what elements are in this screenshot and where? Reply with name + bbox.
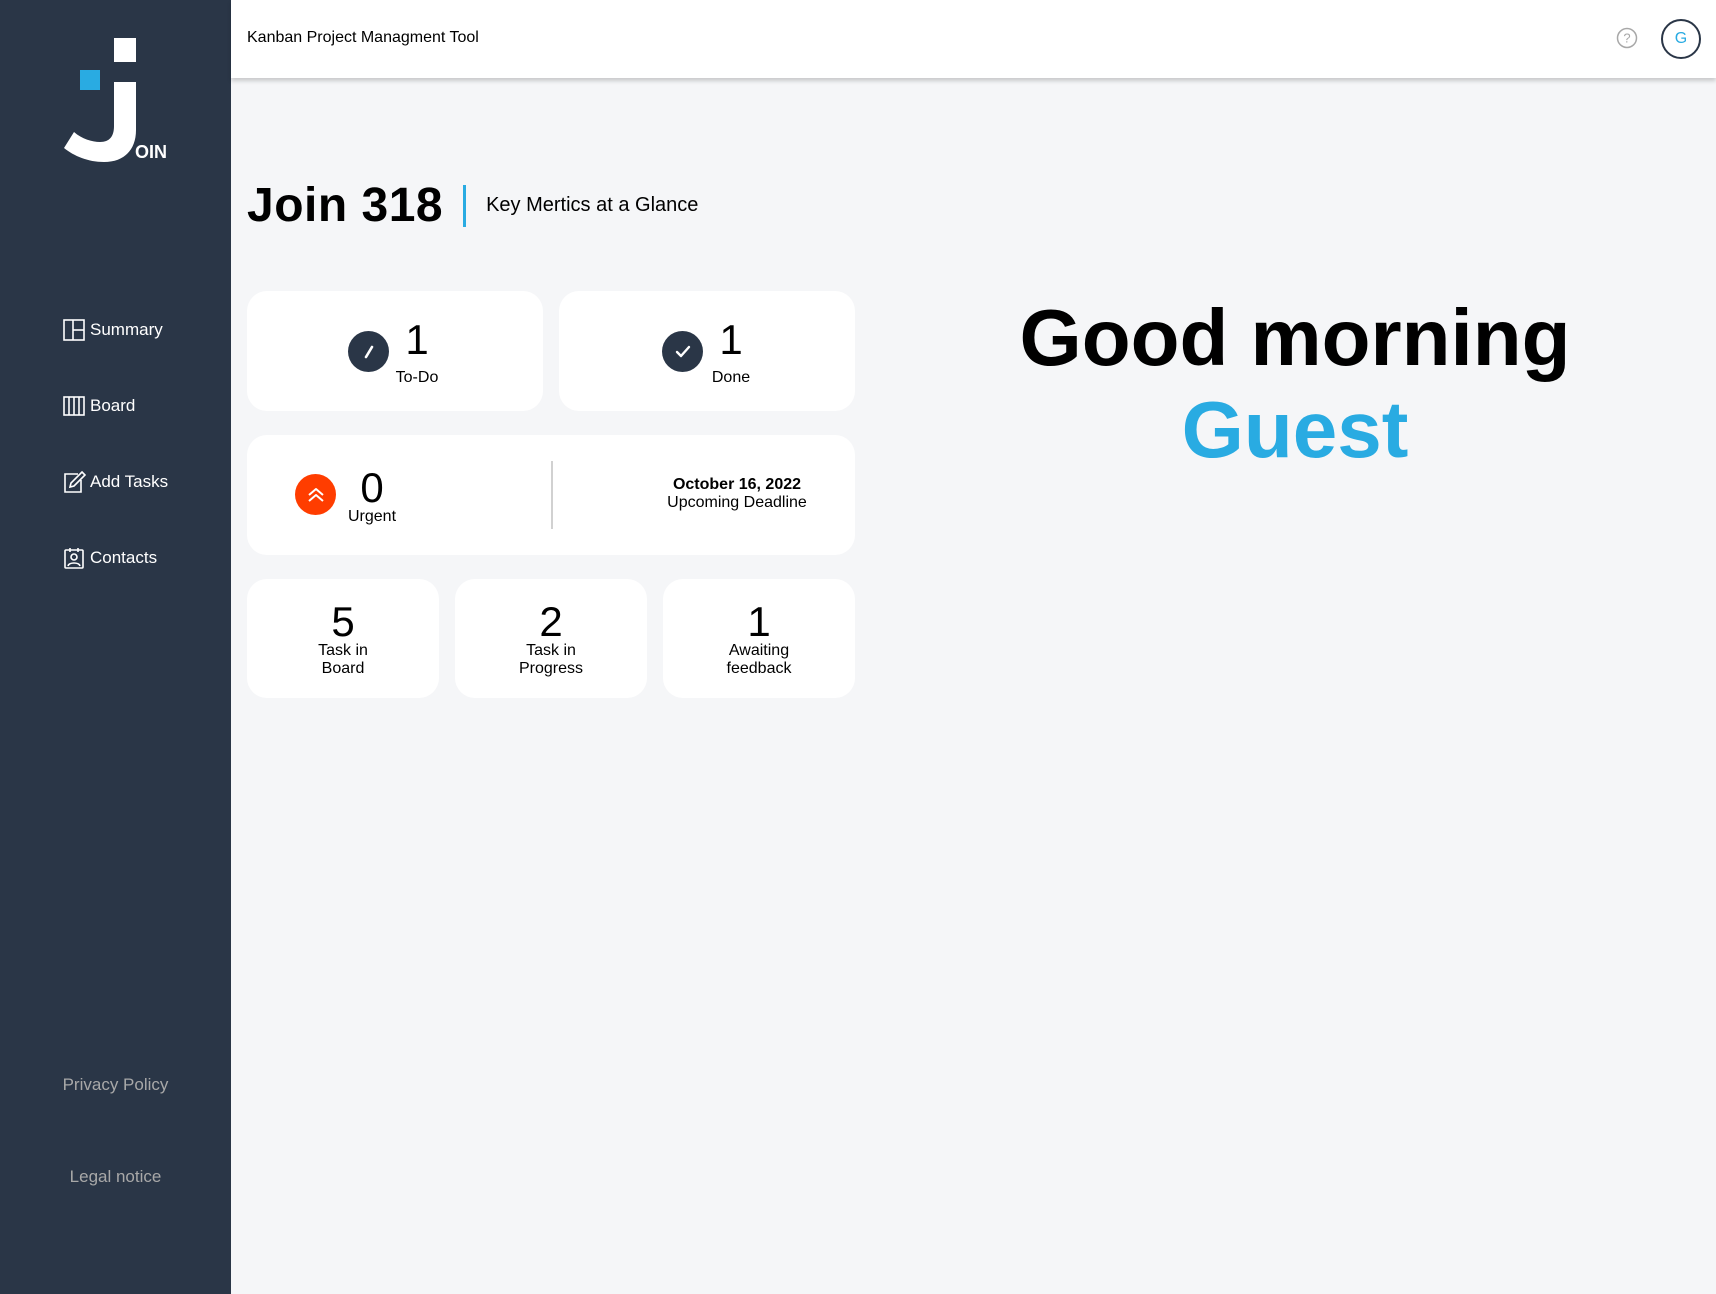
urgent-count: 0 [360, 464, 384, 511]
sidebar-item-add-tasks[interactable]: Add Tasks [62, 470, 168, 494]
sidebar-item-board[interactable]: Board [62, 394, 168, 418]
greeting-user-name: Guest [1181, 385, 1409, 474]
tasks-in-progress-card[interactable]: 2 Task in Progress [455, 579, 647, 698]
awaiting-feedback-card[interactable]: 1 Awaiting feedback [663, 579, 855, 698]
legal-notice-link[interactable]: Legal notice [0, 1167, 231, 1187]
svg-text:?: ? [1623, 31, 1630, 46]
page-subtitle: Key Mertics at a Glance [486, 194, 699, 216]
add-task-icon [62, 470, 86, 494]
todo-count: 1 [405, 316, 429, 363]
sidebar-item-contacts[interactable]: Contacts [62, 546, 168, 570]
contacts-icon [62, 546, 86, 570]
join-logo[interactable]: OIN [62, 38, 182, 163]
awaiting-feedback-label: Awaiting feedback [663, 642, 855, 678]
todo-label: To-Do [395, 369, 439, 386]
todo-card[interactable]: 1 To-Do [247, 291, 543, 411]
sidebar-item-label: Contacts [90, 548, 158, 567]
urgent-label: Urgent [347, 508, 397, 525]
tasks-in-progress-count: 2 [539, 598, 563, 645]
page-title: Join 318 [247, 179, 444, 232]
stat-label-line2: Board [321, 660, 365, 677]
logo-text: OIN [135, 142, 167, 162]
urgent-priority-icon [295, 474, 336, 515]
urgent-card[interactable]: 0 Urgent October 16, 2022 Upcoming Deadl… [247, 435, 855, 555]
card-divider [551, 461, 553, 529]
top-bar: Kanban Project Managment Tool ? G [231, 0, 1716, 78]
deadline-label: Upcoming Deadline [667, 494, 807, 511]
greeting: Good morning Guest [970, 292, 1620, 476]
sidebar-item-label: Summary [90, 320, 163, 339]
checkmark-icon [662, 331, 703, 372]
board-icon [62, 394, 86, 418]
tasks-in-board-count: 5 [331, 598, 355, 645]
sidebar-item-label: Add Tasks [90, 472, 169, 491]
deadline-date: October 16, 2022 [672, 476, 802, 493]
sidebar-nav: Summary Board Add Tasks Contacts [62, 318, 168, 622]
sidebar-item-label: Board [90, 396, 136, 415]
done-card[interactable]: 1 Done [559, 291, 855, 411]
pencil-icon [348, 331, 389, 372]
stat-label-line1: Awaiting [728, 642, 790, 659]
done-label: Done [711, 369, 751, 386]
tasks-in-progress-label: Task in Progress [455, 642, 647, 678]
app-title: Kanban Project Managment Tool [247, 29, 479, 46]
summary-icon [62, 318, 86, 342]
help-icon[interactable]: ? [1616, 27, 1638, 49]
awaiting-feedback-count: 1 [747, 598, 771, 645]
tasks-in-board-label: Task in Board [247, 642, 439, 678]
greeting-text: Good morning [1019, 293, 1571, 382]
summary-heading: Join 318 Key Mertics at a Glance [247, 178, 698, 233]
stat-label-line2: feedback [726, 660, 792, 677]
sidebar-item-summary[interactable]: Summary [62, 318, 168, 342]
stat-label-line1: Task in [526, 642, 576, 659]
done-count: 1 [719, 316, 743, 363]
heading-divider [463, 184, 467, 227]
stat-label-line2: Progress [518, 660, 584, 677]
tasks-in-board-card[interactable]: 5 Task in Board [247, 579, 439, 698]
sidebar: OIN Summary Board Add Tasks Contacts Pri… [0, 0, 231, 1294]
stat-label-line1: Task in [318, 642, 368, 659]
privacy-policy-link[interactable]: Privacy Policy [0, 1075, 231, 1095]
user-avatar[interactable]: G [1661, 19, 1701, 59]
